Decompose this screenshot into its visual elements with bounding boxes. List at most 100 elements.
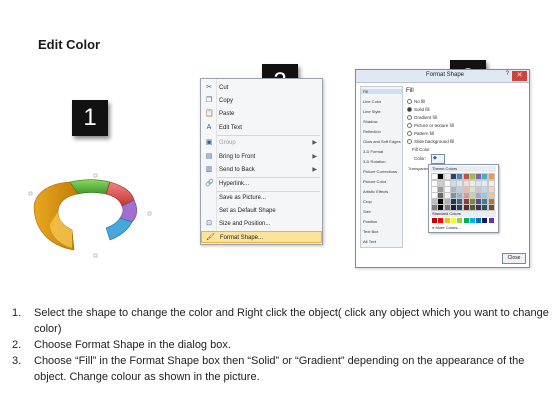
sidebar-item-position[interactable]: Position — [363, 219, 377, 224]
color-picker-button[interactable]: ◆ — [431, 154, 445, 164]
color-swatch[interactable] — [443, 180, 451, 187]
sidebar-item-size[interactable]: Size — [363, 209, 371, 214]
menu-item-bring-to-front[interactable]: ▤ Bring to Front ▶ — [201, 151, 322, 163]
close-icon[interactable]: ✕ — [512, 71, 527, 81]
color-swatch[interactable] — [487, 186, 495, 193]
color-swatch[interactable] — [475, 198, 483, 205]
color-swatch[interactable] — [462, 192, 470, 199]
sidebar-item-picture-color[interactable]: Picture Color — [363, 179, 386, 184]
sidebar-item-artistic-effects[interactable]: Artistic Effects — [363, 189, 388, 194]
color-swatch[interactable] — [481, 173, 489, 180]
menu-item-copy[interactable]: ❐ Copy — [201, 95, 322, 107]
color-swatch[interactable] — [431, 173, 438, 180]
color-swatch[interactable] — [475, 204, 483, 211]
color-swatch[interactable] — [456, 192, 464, 199]
color-swatch[interactable] — [431, 192, 438, 199]
menu-item-size-position[interactable]: ⊡ Size and Position... — [201, 218, 322, 230]
color-swatch[interactable] — [449, 198, 457, 205]
color-swatch[interactable] — [462, 186, 470, 193]
color-swatch[interactable] — [457, 218, 463, 223]
color-swatch[interactable] — [468, 198, 476, 205]
color-swatch[interactable] — [481, 186, 489, 193]
color-swatch[interactable] — [431, 198, 438, 205]
sidebar-item-line-color[interactable]: Line Color — [363, 99, 381, 104]
menu-item-hyperlink[interactable]: 🔗 Hyperlink... — [201, 178, 322, 190]
radio-slide-background-fill[interactable]: Slide background fill — [407, 139, 454, 145]
color-swatch[interactable] — [469, 218, 475, 223]
color-swatch[interactable] — [438, 218, 444, 223]
color-swatch[interactable] — [431, 180, 438, 187]
color-swatch[interactable] — [456, 186, 464, 193]
menu-item-format-shape[interactable]: 🖌 Format Shape... — [201, 231, 322, 243]
color-swatch[interactable] — [449, 173, 457, 180]
color-swatch[interactable] — [443, 192, 451, 199]
color-swatch[interactable] — [437, 186, 445, 193]
menu-item-edit-text[interactable]: A Edit Text — [201, 122, 322, 134]
color-swatch[interactable] — [462, 180, 470, 187]
color-swatch[interactable] — [468, 180, 476, 187]
sidebar-item-line-style[interactable]: Line Style — [363, 109, 381, 114]
color-swatch[interactable] — [475, 186, 483, 193]
sidebar-item-reflection[interactable]: Reflection — [363, 129, 381, 134]
color-swatch[interactable] — [449, 204, 457, 211]
color-swatch[interactable] — [468, 186, 476, 193]
sidebar-item-3d-format[interactable]: 3-D Format — [363, 149, 383, 154]
color-swatch[interactable] — [456, 173, 464, 180]
radio-gradient-fill[interactable]: Gradient fill — [407, 115, 437, 121]
color-swatch[interactable] — [487, 198, 495, 205]
color-swatch[interactable] — [462, 204, 470, 211]
close-button[interactable]: Close — [502, 253, 526, 264]
menu-item-save-as-picture[interactable]: Save as Picture... — [201, 192, 322, 204]
radio-no-fill[interactable]: No fill — [407, 99, 425, 105]
sidebar-item-crop[interactable]: Crop — [363, 199, 372, 204]
color-swatch[interactable] — [443, 186, 451, 193]
menu-item-paste[interactable]: 📋 Paste — [201, 108, 322, 120]
color-swatch[interactable] — [449, 180, 457, 187]
color-swatch[interactable] — [468, 192, 476, 199]
color-swatch[interactable] — [431, 204, 438, 211]
color-swatch[interactable] — [487, 204, 495, 211]
sidebar-item-3d-rotation[interactable]: 3-D Rotation — [363, 159, 385, 164]
color-swatch[interactable] — [449, 192, 457, 199]
sidebar-item-shadow[interactable]: Shadow — [363, 119, 377, 124]
color-swatch[interactable] — [487, 192, 495, 199]
radio-solid-fill[interactable]: Solid fill — [407, 107, 430, 113]
color-swatch[interactable] — [482, 218, 488, 223]
color-swatch[interactable] — [437, 198, 445, 205]
sidebar-item-fill[interactable]: Fill — [361, 89, 402, 94]
color-swatch[interactable] — [463, 218, 469, 223]
color-swatch[interactable] — [432, 218, 437, 223]
color-swatch[interactable] — [487, 173, 495, 180]
color-swatch[interactable] — [475, 180, 483, 187]
color-swatch[interactable] — [475, 173, 483, 180]
help-icon[interactable]: ? — [506, 71, 509, 77]
color-swatch[interactable] — [481, 204, 489, 211]
color-swatch[interactable] — [462, 173, 470, 180]
sidebar-item-picture-corrections[interactable]: Picture Corrections — [363, 169, 397, 174]
color-swatch[interactable] — [481, 192, 489, 199]
menu-item-set-default-shape[interactable]: Set as Default Shape — [201, 205, 322, 217]
color-swatch[interactable] — [487, 180, 495, 187]
color-swatch[interactable] — [437, 204, 445, 211]
color-swatch[interactable] — [475, 192, 483, 199]
color-swatch[interactable] — [443, 204, 451, 211]
color-swatch[interactable] — [437, 192, 445, 199]
sidebar-item-alt-text[interactable]: Alt Text — [363, 239, 376, 244]
3d-ring-graphic[interactable] — [28, 168, 160, 264]
color-swatch[interactable] — [449, 186, 457, 193]
more-colors-link[interactable]: ● More Colors... — [432, 225, 461, 230]
sidebar-item-glow[interactable]: Glow and Soft Edges — [363, 139, 401, 144]
sidebar-item-text-box[interactable]: Text Box — [363, 229, 378, 234]
color-swatch[interactable] — [437, 180, 445, 187]
color-swatch[interactable] — [476, 218, 482, 223]
color-swatch[interactable] — [456, 198, 464, 205]
color-swatch[interactable] — [456, 204, 464, 211]
color-swatch[interactable] — [444, 218, 450, 223]
color-swatch[interactable] — [431, 186, 438, 193]
color-swatch[interactable] — [468, 173, 476, 180]
color-swatch[interactable] — [488, 218, 494, 223]
menu-item-group[interactable]: ▣ Group ▶ — [201, 137, 322, 149]
color-swatch[interactable] — [443, 173, 451, 180]
color-swatch[interactable] — [437, 173, 445, 180]
color-swatch[interactable] — [481, 180, 489, 187]
